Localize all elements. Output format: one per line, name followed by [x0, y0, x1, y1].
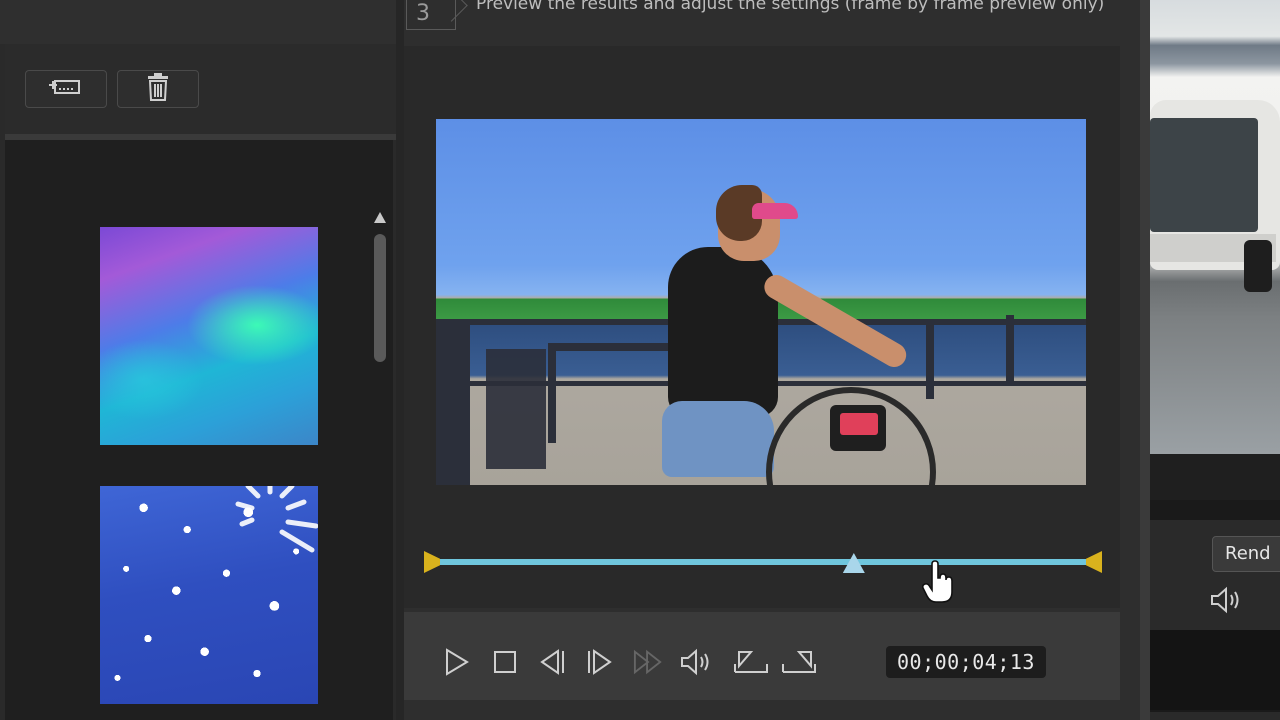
next-frame-button[interactable]: [585, 646, 615, 678]
clouds-thumbnail[interactable]: [100, 486, 318, 704]
fast-forward-icon: [633, 649, 662, 675]
bike-bag-screen: [840, 413, 878, 435]
fast-forward-button[interactable]: [633, 646, 663, 678]
aurora-thumbnail[interactable]: [100, 227, 318, 445]
previous-frame-icon: [540, 649, 564, 675]
trash-icon: [146, 73, 170, 105]
next-frame-icon: [588, 649, 612, 675]
panel-divider[interactable]: [396, 0, 404, 720]
right-bottom-line: [1150, 712, 1280, 720]
mark-out-icon: [782, 651, 816, 673]
mark-in-icon: [734, 651, 768, 673]
loading-spinner-icon: [235, 486, 318, 553]
scrollbar-thumb[interactable]: [374, 234, 386, 362]
mark-out-button[interactable]: [779, 646, 819, 678]
timecode-display: 00;00;04;13: [886, 646, 1046, 678]
car-window: [1150, 118, 1258, 232]
scroll-up-arrow-icon[interactable]: [374, 212, 386, 223]
hand-cursor-icon: [922, 560, 953, 603]
rider-cap: [752, 203, 798, 219]
volume-button[interactable]: [680, 646, 714, 678]
add-frame-button[interactable]: [25, 70, 107, 108]
effect-list: [5, 140, 393, 720]
right-volume-button[interactable]: [1210, 584, 1244, 616]
play-icon: [446, 648, 469, 676]
rider-shorts: [662, 401, 774, 477]
delete-button[interactable]: [117, 70, 199, 108]
mark-in-button[interactable]: [731, 646, 771, 678]
source-video-preview: [1150, 0, 1280, 454]
stop-button[interactable]: [490, 646, 520, 678]
left-toolbar: [5, 44, 396, 140]
left-top-strip: [0, 0, 396, 44]
preview-video: [436, 119, 1086, 485]
rider-figure: [668, 247, 778, 417]
previous-frame-button[interactable]: [537, 646, 567, 678]
volume-icon: [681, 648, 709, 676]
stop-icon: [494, 651, 516, 673]
car-tire: [1244, 240, 1272, 292]
step-instruction: Preview the results and adjust the setti…: [476, 0, 1105, 14]
play-button[interactable]: [441, 646, 471, 678]
add-frame-icon: [49, 75, 83, 103]
right-mid-strip: [1150, 454, 1280, 500]
volume-icon: [1211, 586, 1239, 614]
trim-slider-track[interactable]: [434, 559, 1090, 565]
right-gutter: [1140, 0, 1150, 720]
render-button[interactable]: Rend: [1212, 536, 1280, 572]
right-bottom-area: [1150, 630, 1280, 710]
